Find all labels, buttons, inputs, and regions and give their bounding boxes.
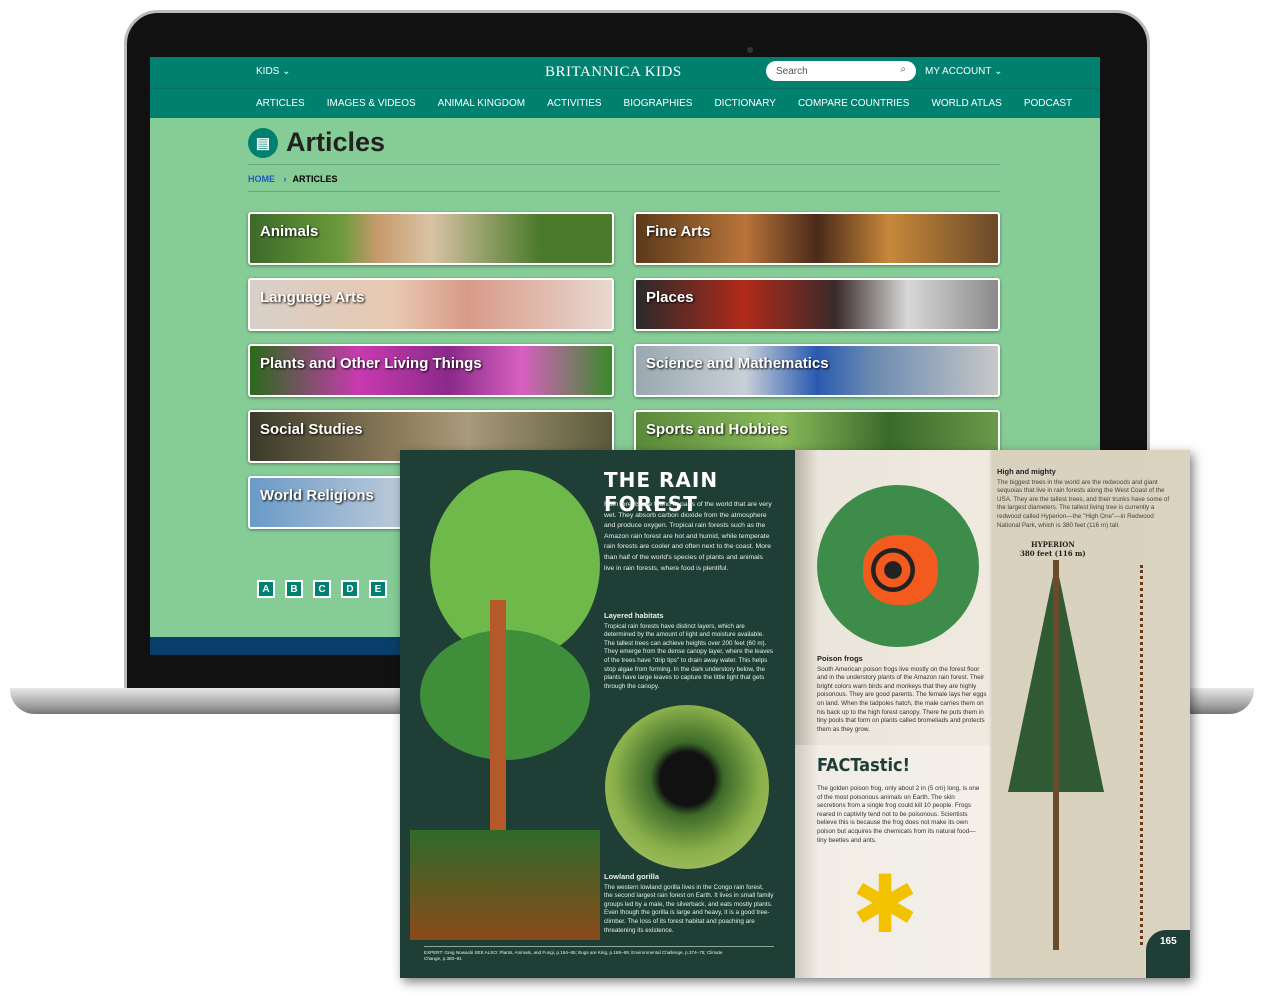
forest-floor	[410, 830, 600, 940]
kids-menu[interactable]: KIDS ⌄	[256, 66, 291, 77]
camera	[747, 47, 753, 53]
category-fine-arts[interactable]: Fine Arts	[634, 212, 1000, 265]
golden-frog-icon: ✱	[851, 860, 919, 949]
layered-title: Layered habitats	[604, 611, 664, 620]
letter-c[interactable]: C	[313, 580, 331, 598]
category-science-math[interactable]: Science and Mathematics	[634, 344, 1000, 397]
breadcrumb-home[interactable]: HOME	[248, 174, 275, 184]
account-label: MY ACCOUNT	[925, 66, 992, 77]
factastic-title: FACTastic!	[817, 755, 910, 776]
chevron-right-icon: ›	[283, 174, 287, 184]
main-nav: ARTICLES IMAGES & VIDEOS ANIMAL KINGDOM …	[150, 88, 1100, 118]
category-animals[interactable]: Animals	[248, 212, 614, 265]
frogs-section: Poison frogs South American poison frogs …	[817, 654, 987, 734]
layered-section: Layered habitats Tropical rain forests ha…	[604, 611, 774, 691]
gorilla-section: Lowland gorilla The western lowland goril…	[604, 872, 774, 935]
search-input[interactable]: Search ⌕	[766, 61, 916, 81]
giraffe-scale	[1140, 565, 1144, 945]
category-language-arts[interactable]: Language Arts	[248, 278, 614, 331]
see-also-footer: EXPERT: Greg Nowacki SEE ALSO: Plants, A…	[424, 950, 723, 961]
chevron-down-icon: ⌄	[994, 66, 1003, 77]
top-bar: KIDS ⌄ BRITANNICA KIDS Search ⌕ MY ACCOUN…	[150, 57, 1100, 88]
frogs-title: Poison frogs	[817, 654, 863, 663]
page-title-text: Articles	[286, 127, 386, 157]
divider	[248, 191, 1000, 192]
gorilla-photo	[605, 705, 769, 869]
search-placeholder: Search	[776, 66, 808, 77]
page-title: ▤ Articles	[248, 127, 385, 158]
alphabet-nav: A B C D E	[257, 580, 387, 598]
brand-logo[interactable]: BRITANNICA KIDS	[545, 64, 682, 81]
footer-rule	[424, 946, 774, 947]
document-icon: ▤	[248, 127, 278, 158]
category-places[interactable]: Places	[634, 278, 1000, 331]
divider	[248, 164, 1000, 165]
search-icon[interactable]: ⌕	[900, 64, 906, 75]
category-plants[interactable]: Plants and Other Living Things	[248, 344, 614, 397]
page-number: 165	[1146, 930, 1190, 978]
nav-images-videos[interactable]: IMAGES & VIDEOS	[327, 98, 416, 109]
nav-articles[interactable]: ARTICLES	[256, 98, 305, 109]
factastic-text: The golden poison frog, only about 2 in …	[817, 785, 980, 844]
right-page: Poison frogs South American poison frogs …	[795, 450, 1190, 978]
book-spread: THE RAIN FOREST Rain forests are found i…	[400, 450, 1190, 978]
nav-podcast[interactable]: PODCAST	[1024, 98, 1072, 109]
gorilla-title: Lowland gorilla	[604, 872, 660, 881]
high-text: The biggest trees in the world are the r…	[997, 478, 1170, 529]
letter-d[interactable]: D	[341, 580, 359, 598]
breadcrumb: HOME › ARTICLES	[248, 174, 338, 184]
nav-animal-kingdom[interactable]: ANIMAL KINGDOM	[438, 98, 525, 109]
letter-a[interactable]: A	[257, 580, 275, 598]
hyperion-height: 380 feet (116 m)	[1020, 549, 1086, 558]
my-account-menu[interactable]: MY ACCOUNT ⌄	[925, 66, 1002, 77]
frogs-text: South American poison frogs live mostly …	[817, 665, 987, 733]
gorilla-text: The western lowland gorilla lives in the…	[604, 883, 774, 934]
left-page: THE RAIN FOREST Rain forests are found i…	[400, 450, 795, 978]
nav-compare-countries[interactable]: COMPARE COUNTRIES	[798, 98, 910, 109]
high-mighty-section: High and mighty The biggest trees in the …	[997, 467, 1177, 530]
nav-dictionary[interactable]: DICTIONARY	[714, 98, 776, 109]
high-title: High and mighty	[997, 467, 1056, 476]
poison-frog-illustration	[863, 535, 938, 605]
letter-b[interactable]: B	[285, 580, 303, 598]
hyperion-label: HYPERION 380 feet (116 m)	[1020, 540, 1086, 558]
breadcrumb-current: ARTICLES	[292, 174, 338, 184]
hyperion-name: HYPERION	[1030, 540, 1075, 549]
redwood-trunk	[1053, 560, 1059, 950]
nav-biographies[interactable]: BIOGRAPHIES	[624, 98, 693, 109]
kids-label: KIDS	[256, 66, 280, 77]
nav-activities[interactable]: ACTIVITIES	[547, 98, 601, 109]
nav-world-atlas[interactable]: WORLD ATLAS	[931, 98, 1001, 109]
layered-text: Tropical rain forests have distinct laye…	[604, 622, 774, 690]
letter-e[interactable]: E	[369, 580, 387, 598]
chevron-down-icon: ⌄	[282, 66, 291, 77]
intro-text: Rain forests are found in parts of the w…	[604, 501, 772, 572]
